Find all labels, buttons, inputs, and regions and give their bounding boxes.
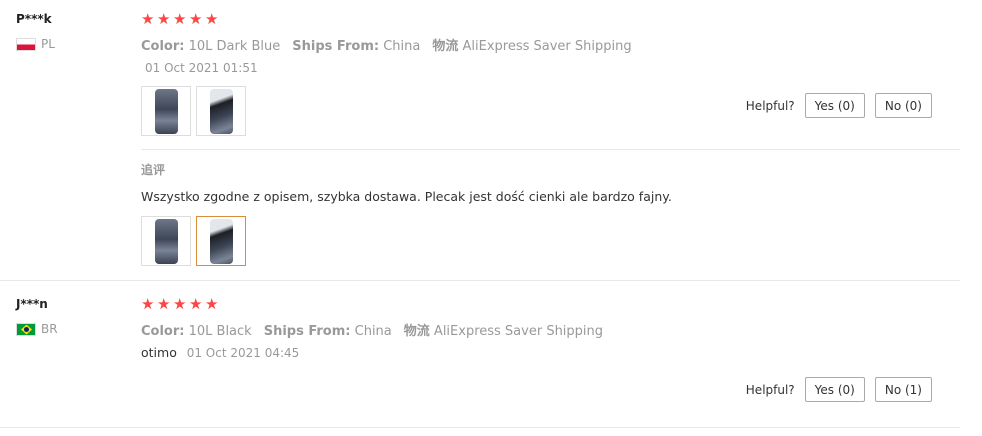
- star-icon: ★: [173, 295, 187, 313]
- color-value: 10L Black: [188, 324, 252, 339]
- poland-flag-icon: [16, 37, 36, 51]
- color-label: Color:: [141, 324, 185, 339]
- helpful-vote: Helpful? Yes (0) No (1): [746, 377, 932, 402]
- helpful-vote: Helpful? Yes (0) No (0): [746, 93, 932, 118]
- helpful-yes-button[interactable]: Yes (0): [804, 377, 865, 402]
- star-icon: ★: [141, 10, 155, 28]
- followup-text: Wszystko zgodne z opisem, szybka dostawa…: [141, 189, 672, 204]
- helpful-yes-button[interactable]: Yes (0): [804, 93, 865, 118]
- country-code: PL: [41, 37, 55, 51]
- followup-divider: [141, 149, 960, 150]
- logistics-label: 物流: [403, 324, 430, 339]
- helpful-label: Helpful?: [745, 382, 795, 397]
- followup-photo-thumbnail-selected[interactable]: [196, 216, 246, 266]
- star-icon: ★: [205, 10, 219, 28]
- review-body: otimo 01 Oct 2021 04:45: [141, 345, 299, 360]
- logistics-value: AliExpress Saver Shipping: [433, 324, 604, 339]
- star-icon: ★: [205, 295, 219, 313]
- star-rating: ★ ★ ★ ★ ★: [141, 296, 219, 312]
- helpful-label: Helpful?: [745, 98, 795, 113]
- reviewer-name: J***n: [16, 297, 48, 311]
- ships-from-label: Ships From:: [263, 324, 351, 339]
- ships-from-label: Ships From:: [292, 39, 380, 54]
- logistics-value: AliExpress Saver Shipping: [462, 39, 632, 54]
- color-label: Color:: [141, 39, 185, 54]
- star-icon: ★: [157, 295, 171, 313]
- reviewer-info: P***k PL: [16, 12, 55, 51]
- followup-photo-thumbnail[interactable]: [141, 216, 191, 266]
- reviewer-info: J***n BR: [16, 297, 58, 336]
- color-value: 10L Dark Blue: [188, 39, 281, 54]
- review-item: P***k PL ★ ★ ★ ★ ★ Color: 10L Dark Blue S…: [0, 0, 982, 281]
- star-icon: ★: [157, 10, 171, 28]
- review-date: 01 Oct 2021 04:45: [186, 346, 300, 360]
- review-item: J***n BR ★ ★ ★ ★ ★ Color: 10L Black Ships…: [0, 281, 982, 436]
- helpful-no-button[interactable]: No (0): [874, 93, 932, 118]
- star-icon: ★: [189, 10, 203, 28]
- reviewer-country: PL: [16, 37, 55, 51]
- star-icon: ★: [141, 295, 155, 313]
- followup-label: 追评: [141, 163, 166, 177]
- order-info: Color: 10L Black Ships From: China 物流 AliE…: [141, 320, 603, 339]
- logistics-label: 物流: [432, 39, 459, 54]
- review-text: otimo: [141, 345, 177, 360]
- ships-from-value: China: [354, 324, 392, 339]
- review-divider: [0, 427, 960, 428]
- star-icon: ★: [173, 10, 187, 28]
- star-icon: ★: [189, 295, 203, 313]
- review-content: ★ ★ ★ ★ ★ Color: 10L Black Ships From: Ch…: [141, 281, 960, 436]
- review-date: 01 Oct 2021 01:51: [145, 61, 258, 75]
- order-info: Color: 10L Dark Blue Ships From: China 物流 …: [141, 35, 632, 54]
- reviewer-country: BR: [16, 322, 58, 336]
- ships-from-value: China: [383, 39, 421, 54]
- brazil-flag-icon: [16, 322, 36, 336]
- review-photo-thumbnail[interactable]: [141, 86, 191, 136]
- review-content: ★ ★ ★ ★ ★ Color: 10L Dark Blue Ships From…: [141, 0, 960, 281]
- reviewer-name: P***k: [16, 12, 52, 26]
- followup-photos: [141, 216, 246, 266]
- star-rating: ★ ★ ★ ★ ★: [141, 11, 219, 27]
- helpful-no-button[interactable]: No (1): [874, 377, 932, 402]
- country-code: BR: [41, 322, 58, 336]
- review-photos: [141, 86, 246, 136]
- review-photo-thumbnail[interactable]: [196, 86, 246, 136]
